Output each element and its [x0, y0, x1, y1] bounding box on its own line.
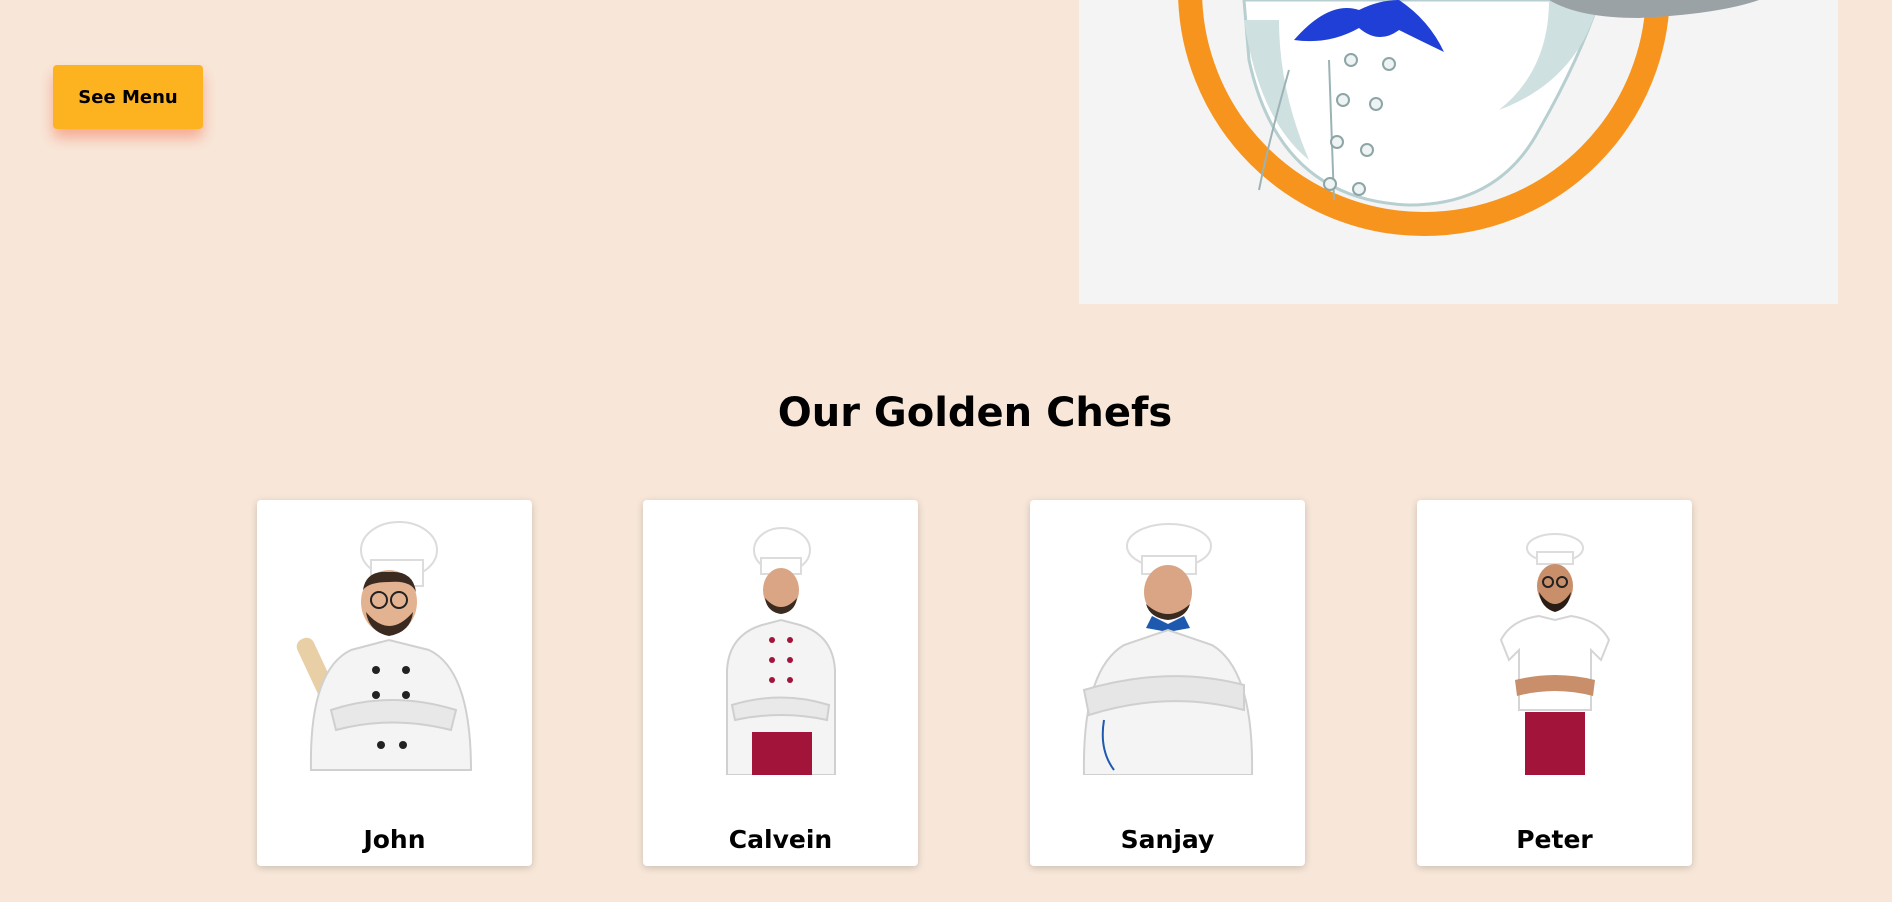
- chef-photo-peter: [1499, 533, 1611, 775]
- chef-name: Calvein: [728, 825, 833, 854]
- chef-name: Sanjay: [1120, 825, 1215, 854]
- see-menu-button[interactable]: See Menu: [53, 65, 203, 129]
- chef-name: John: [363, 825, 426, 854]
- section-title: Our Golden Chefs: [777, 390, 1173, 436]
- chef-card-peter[interactable]: Peter: [1417, 500, 1692, 866]
- chef-card-calvein[interactable]: Calvein: [643, 500, 918, 866]
- chef-photo-calvein: [726, 527, 836, 775]
- chef-logo-image: [1079, 0, 1838, 304]
- chef-name: Peter: [1516, 825, 1593, 854]
- chef-card-john[interactable]: John: [257, 500, 532, 866]
- page: See Menu Our Golden Chefs John Calvein S…: [0, 0, 1892, 902]
- chef-photo-sanjay: [1082, 523, 1254, 775]
- chef-card-sanjay[interactable]: Sanjay: [1030, 500, 1305, 866]
- chef-photo-john: [296, 521, 473, 771]
